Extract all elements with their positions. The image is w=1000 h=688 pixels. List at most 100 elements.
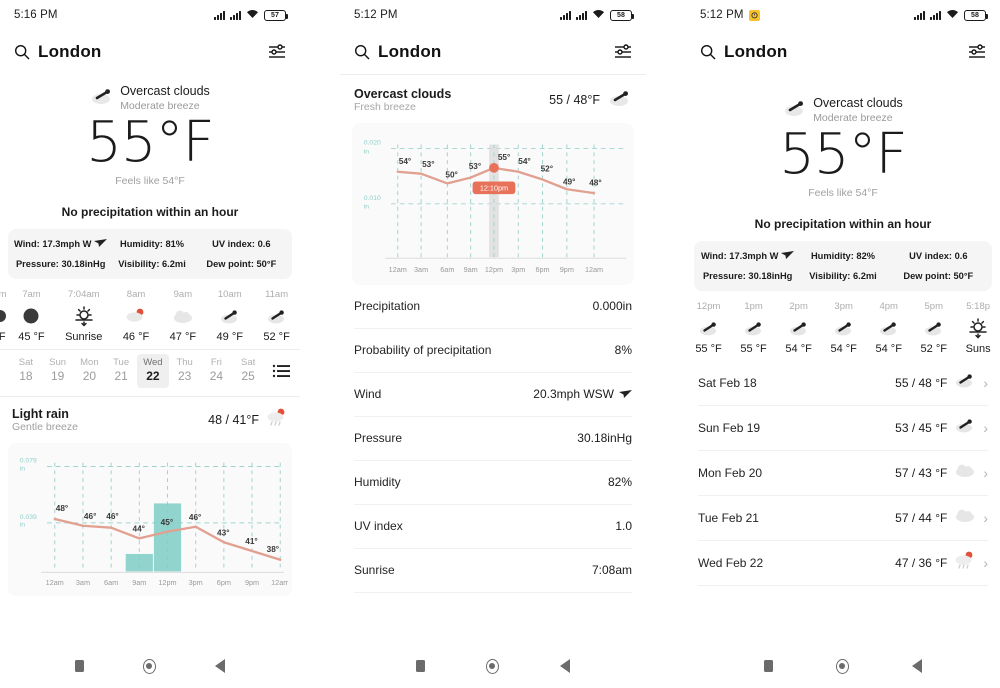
signal-bars-icon-1 [560, 10, 571, 20]
hour-item[interactable]: am °F [0, 289, 8, 343]
daily-temp: 57 / 43 °F [895, 465, 948, 480]
hour-item[interactable]: 4pm 54 °F [866, 301, 911, 355]
hour-item[interactable]: 7am 45 °F [8, 289, 55, 343]
recents-button[interactable] [763, 660, 773, 672]
signal-bars-icon-2 [576, 10, 587, 20]
current-weather-block: Overcast clouds Moderate breeze 55°F Fee… [0, 74, 300, 193]
hour-item[interactable]: 12pm 55 °F [686, 301, 731, 355]
sunrise-icon [55, 304, 113, 328]
daily-row-sat-feb-18[interactable]: Sat Feb 18 55 / 48 °F › [698, 361, 988, 406]
hour-temp: 54 °F [830, 342, 857, 355]
hour-item[interactable]: 9am 47 °F [159, 289, 206, 343]
hour-item[interactable]: 1pm 55 °F [731, 301, 776, 355]
detail-row-pop[interactable]: Probability of precipitation 8% [354, 329, 632, 373]
day-tab-wed-22[interactable]: Wed 22 [137, 353, 169, 388]
current-weather-block: Overcast clouds Moderate breeze 55°F Fee… [686, 74, 1000, 205]
rain-sun-icon [954, 550, 976, 575]
detail-row-humidity[interactable]: Humidity 82% [354, 461, 632, 505]
hour-item-sunrise[interactable]: 7:04am Sunrise [55, 289, 113, 343]
city-name[interactable]: London [378, 42, 442, 62]
city-name[interactable]: London [38, 42, 102, 62]
city-name[interactable]: London [724, 42, 788, 62]
day-tab-mon-20[interactable]: Mon 20 [74, 354, 106, 388]
hour-temp: 49 °F [216, 330, 243, 343]
day-tab-tue-21[interactable]: Tue 21 [105, 354, 137, 388]
home-button[interactable] [142, 658, 156, 674]
panel-forecast: 5:12 PM 58 London Overcast clouds Modera… [686, 0, 1000, 688]
detail-row-pressure[interactable]: Pressure 30.18inHg [354, 417, 632, 461]
row-value: 82% [607, 475, 632, 490]
day-tab-sun-19[interactable]: Sun 19 [42, 354, 74, 388]
search-icon[interactable] [14, 44, 30, 60]
row-label: Wind [354, 387, 382, 402]
daily-row-wed-feb-22[interactable]: Wed Feb 22 47 / 36 °F › [698, 541, 988, 586]
hour-item[interactable]: 11am 52 °F [253, 289, 300, 343]
recents-button[interactable] [75, 660, 85, 672]
signal-bars-icon-1 [214, 10, 225, 20]
daily-row-tue-feb-21[interactable]: Tue Feb 21 57 / 44 °F › [698, 496, 988, 541]
detail-row-sunrise[interactable]: Sunrise 7:08am [354, 549, 632, 593]
svg-text:46°: 46° [189, 513, 201, 522]
chevron-right-icon: › [983, 509, 988, 526]
hour-item[interactable]: 3pm 54 °F [821, 301, 866, 355]
search-icon[interactable] [354, 44, 370, 60]
hour-item[interactable]: 2pm 54 °F [776, 301, 821, 355]
sliders-icon[interactable] [268, 44, 286, 60]
app-bar: London [340, 30, 646, 74]
day-tab-sat-18[interactable]: Sat 18 [10, 354, 42, 388]
cloud-icon [954, 462, 976, 483]
hourly-strip[interactable]: 12pm 55 °F 1pm 55 °F 2pm 54 °F 3pm 54 °F… [686, 291, 1000, 361]
detail-row-uv[interactable]: UV index 1.0 [354, 505, 632, 549]
status-bar: 5:12 PM 58 [340, 0, 646, 30]
sliders-icon[interactable] [614, 44, 632, 60]
chart-wed-22[interactable]: 0.079 in 0.039 in 48° 46° 46° 44° 45° 46… [8, 442, 292, 597]
wifi-icon [246, 9, 259, 22]
row-label: Pressure [354, 431, 403, 446]
sliders-icon[interactable] [968, 44, 986, 60]
detail-uv: UV index: 0.6 [212, 238, 271, 249]
day-tab-thu-23[interactable]: Thu 23 [169, 354, 201, 388]
moon-icon [8, 304, 55, 328]
chart-today-detail[interactable]: 0.020 in 0.010 in 54° 53° 50° 53° 55° 54… [352, 123, 634, 285]
svg-text:46°: 46° [84, 512, 96, 521]
panel-day-detail: 5:12 PM 58 London Overcast clouds Fresh … [340, 0, 646, 688]
hour-item[interactable]: 5pm 52 °F [911, 301, 956, 355]
summary-wind-desc: Fresh breeze [354, 101, 416, 113]
back-button[interactable] [214, 659, 225, 673]
detail-row-precipitation[interactable]: Precipitation 0.000in [354, 285, 632, 329]
hour-temp: 52 °F [263, 330, 290, 343]
hour-item[interactable]: 10am 49 °F [206, 289, 253, 343]
chevron-right-icon: › [983, 464, 988, 481]
svg-text:53°: 53° [469, 162, 481, 171]
daily-date: Wed Feb 22 [698, 555, 764, 570]
battery-icon: 58 [964, 9, 988, 21]
svg-text:in: in [364, 204, 370, 211]
back-button[interactable] [559, 659, 570, 673]
daily-forecast-list: Sat Feb 18 55 / 48 °F › Sun Feb 19 53 / … [686, 361, 1000, 586]
day-tab-sat-25[interactable]: Sat 25 [232, 354, 264, 388]
daily-row-mon-feb-20[interactable]: Mon Feb 20 57 / 43 °F › [698, 451, 988, 496]
home-button[interactable] [835, 658, 849, 674]
detail-row-wind[interactable]: Wind 20.3mph WSW [354, 373, 632, 417]
cloud-wind-icon [911, 316, 956, 340]
recents-button[interactable] [416, 660, 426, 672]
hour-item[interactable]: 8am 46 °F [113, 289, 160, 343]
daily-row-sun-feb-19[interactable]: Sun Feb 19 53 / 45 °F › [698, 406, 988, 451]
back-button[interactable] [912, 659, 923, 673]
hourly-strip[interactable]: am °F 7am 45 °F 7:04am Sunrise 8am 46 °F [0, 279, 300, 349]
battery-icon: 57 [264, 9, 288, 21]
condition-text: Overcast clouds [813, 96, 903, 110]
hour-item-sunset[interactable]: 5:18p Suns [956, 301, 1000, 355]
day-selector[interactable]: Sat 18 Sun 19 Mon 20 Tue 21 Wed 22 Thu 23 Fri 2… [0, 350, 300, 396]
cloud-wind-icon [821, 316, 866, 340]
wind-arrow-icon [94, 239, 108, 248]
svg-text:12am: 12am [389, 265, 407, 274]
svg-text:44°: 44° [133, 524, 145, 533]
detail-humidity: Humidity: 82% [810, 250, 876, 261]
list-view-icon[interactable] [272, 364, 290, 378]
row-label: Probability of precipitation [354, 343, 492, 358]
row-value-text: 20.3mph WSW [533, 387, 614, 402]
home-button[interactable] [485, 658, 499, 674]
search-icon[interactable] [700, 44, 716, 60]
day-tab-fri-24[interactable]: Fri 24 [201, 354, 233, 388]
